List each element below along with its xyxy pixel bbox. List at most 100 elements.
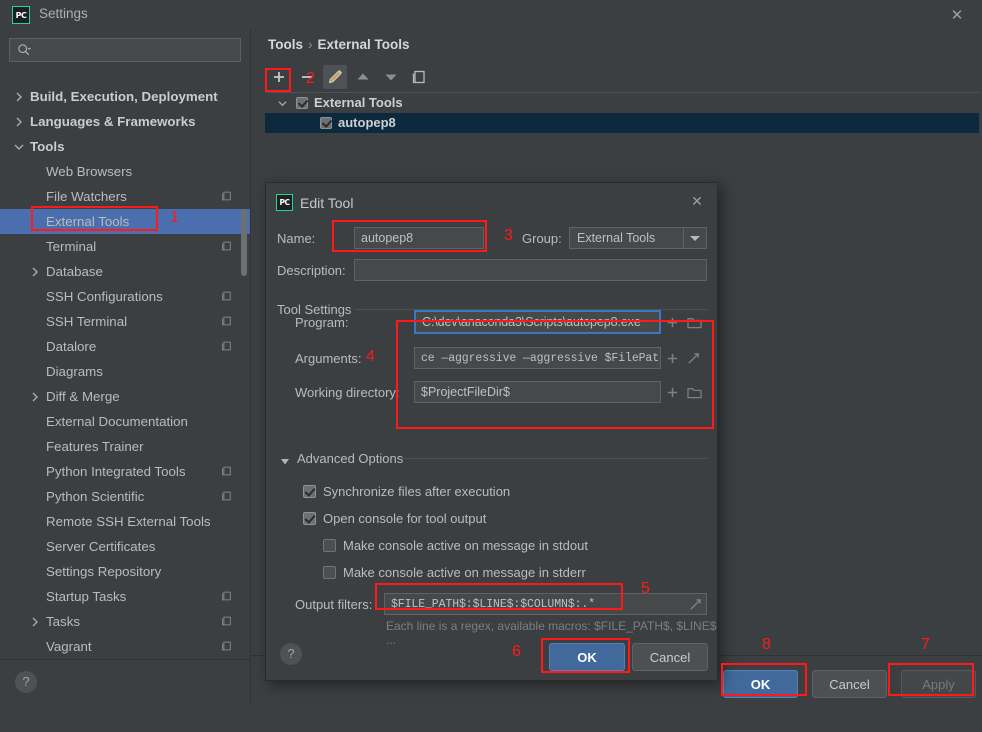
remove-tool-button[interactable] [295,65,319,89]
search-input[interactable] [38,41,240,61]
arguments-insert-macro-icon[interactable] [666,352,679,365]
cancel-button[interactable]: Cancel [812,670,887,698]
sidebar-item-external-tools[interactable]: External Tools [0,209,250,234]
ok-button[interactable]: OK [723,670,798,698]
output-filters-input[interactable]: $FILE_PATH$:$LINE$:$COLUMN$:.* [384,593,707,615]
sidebar-item-python-integrated-tools[interactable]: Python Integrated Tools [0,459,250,484]
copy-icon[interactable] [220,640,232,652]
sidebar-item-ssh-terminal[interactable]: SSH Terminal [0,309,250,334]
checkbox-label[interactable]: Make console active on message in stderr [343,565,586,580]
sidebar-tree[interactable]: Build, Execution, Deployment Languages & … [0,73,250,659]
sidebar-scrollbar[interactable] [241,209,247,276]
chevron-down-icon[interactable] [14,142,24,152]
group-select-value: External Tools [577,231,656,245]
move-up-button[interactable] [351,65,375,89]
settings-sidebar: Build, Execution, Deployment Languages & … [0,29,250,659]
help-icon[interactable]: ? [15,671,37,693]
copy-icon[interactable] [220,315,232,327]
checkbox-4[interactable] [323,566,336,579]
breadcrumb-separator-icon: › [308,37,313,52]
working-directory-insert-macro-icon[interactable] [666,386,679,399]
checkbox-label[interactable]: Synchronize files after execution [323,484,510,499]
tool-checkbox[interactable] [320,117,332,129]
working-directory-browse-folder-icon[interactable] [687,386,702,399]
tool-tree-row[interactable]: External Tools [265,93,979,113]
checkbox-label[interactable]: Make console active on message in stdout [343,538,588,553]
settings-window: PC Settings ✕ Build, Execution, Deployme… [0,0,982,704]
sidebar-item-settings-repository[interactable]: Settings Repository [0,559,250,584]
dialog-help-icon[interactable]: ? [280,643,302,665]
program-browse-folder-icon[interactable] [687,316,702,329]
group-select[interactable]: External Tools [569,227,707,249]
chevron-down-icon[interactable] [278,99,287,108]
sidebar-item-remote-ssh-external-tools[interactable]: Remote SSH External Tools [0,509,250,534]
tool-tree-row[interactable]: autopep8 [265,113,979,133]
chevron-right-icon[interactable] [30,617,40,627]
copy-icon[interactable] [220,190,232,202]
copy-icon[interactable] [220,340,232,352]
sidebar-item-diagrams[interactable]: Diagrams [0,359,250,384]
sidebar-item-startup-tasks[interactable]: Startup Tasks [0,584,250,609]
chevron-right-icon[interactable] [30,267,40,277]
program-input[interactable]: C:\dev\anaconda3\Scripts\autopep8.exe [414,310,661,334]
name-input[interactable]: autopep8 [354,227,484,249]
close-icon[interactable]: ✕ [946,5,968,25]
program-insert-macro-icon[interactable] [666,316,679,329]
checkbox-2[interactable] [303,512,316,525]
working-directory-input[interactable]: $ProjectFileDir$ [414,381,661,403]
advanced-options-collapse-icon[interactable] [280,457,290,466]
sidebar-item-datalore[interactable]: Datalore [0,334,250,359]
edit-tool-button[interactable] [323,65,347,89]
sidebar-item-tasks[interactable]: Tasks [0,609,250,634]
description-input[interactable] [354,259,707,281]
sidebar-item-external-documentation[interactable]: External Documentation [0,409,250,434]
move-down-button[interactable] [379,65,403,89]
apply-button[interactable]: Apply [901,670,976,698]
chevron-down-icon[interactable] [683,228,706,248]
output-filters-expand-icon[interactable] [689,598,702,611]
sidebar-item-features-trainer[interactable]: Features Trainer [0,434,250,459]
copy-icon[interactable] [220,240,232,252]
breadcrumb-parent[interactable]: Tools [268,37,303,52]
sidebar-item-web-browsers[interactable]: Web Browsers [0,159,250,184]
copy-icon[interactable] [220,465,232,477]
add-tool-button[interactable] [267,65,291,89]
sidebar-item-label: Build, Execution, Deployment [30,89,218,104]
sidebar-item-label: Vagrant [46,639,92,654]
dialog-ok-button[interactable]: OK [549,643,625,671]
sidebar-item-vagrant[interactable]: Vagrant [0,634,250,659]
arguments-input[interactable]: ce —aggressive —aggressive $FilePath$ [414,347,661,369]
tree-row-clipped[interactable] [0,73,250,84]
sidebar-item-build-execution-deployment[interactable]: Build, Execution, Deployment [0,84,250,109]
tool-checkbox[interactable] [296,97,308,109]
external-tools-tree[interactable]: External Tools autopep8 [265,92,979,163]
sidebar-item-server-certificates[interactable]: Server Certificates [0,534,250,559]
sidebar-item-python-scientific[interactable]: Python Scientific [0,484,250,509]
copy-icon[interactable] [220,290,232,302]
copy-tool-button[interactable] [407,65,431,89]
arguments-expand-icon[interactable] [687,352,700,365]
chevron-right-icon[interactable] [30,392,40,402]
sidebar-item-ssh-configurations[interactable]: SSH Configurations [0,284,250,309]
sidebar-item-terminal[interactable]: Terminal [0,234,250,259]
copy-icon[interactable] [220,590,232,602]
checkbox-label[interactable]: Open console for tool output [323,511,486,526]
sidebar-item-tools[interactable]: Tools [0,134,250,159]
breadcrumb-current: External Tools [317,37,410,52]
sidebar-item-languages-frameworks[interactable]: Languages & Frameworks [0,109,250,134]
chevron-right-icon[interactable] [14,117,24,127]
chevron-right-icon[interactable] [14,92,24,102]
advanced-options-heading[interactable]: Advanced Options [297,451,403,466]
checkbox-3[interactable] [323,539,336,552]
dialog-cancel-button[interactable]: Cancel [632,643,708,671]
sidebar-item-label: Startup Tasks [46,589,127,604]
dialog-close-icon[interactable]: ✕ [688,193,706,211]
copy-icon[interactable] [220,615,232,627]
sidebar-item-label: Terminal [46,239,97,254]
search-field[interactable] [9,38,241,62]
sidebar-item-database[interactable]: Database [0,259,250,284]
sidebar-item-file-watchers[interactable]: File Watchers [0,184,250,209]
checkbox-1[interactable] [303,485,316,498]
copy-icon[interactable] [220,490,232,502]
sidebar-item-diff-merge[interactable]: Diff & Merge [0,384,250,409]
